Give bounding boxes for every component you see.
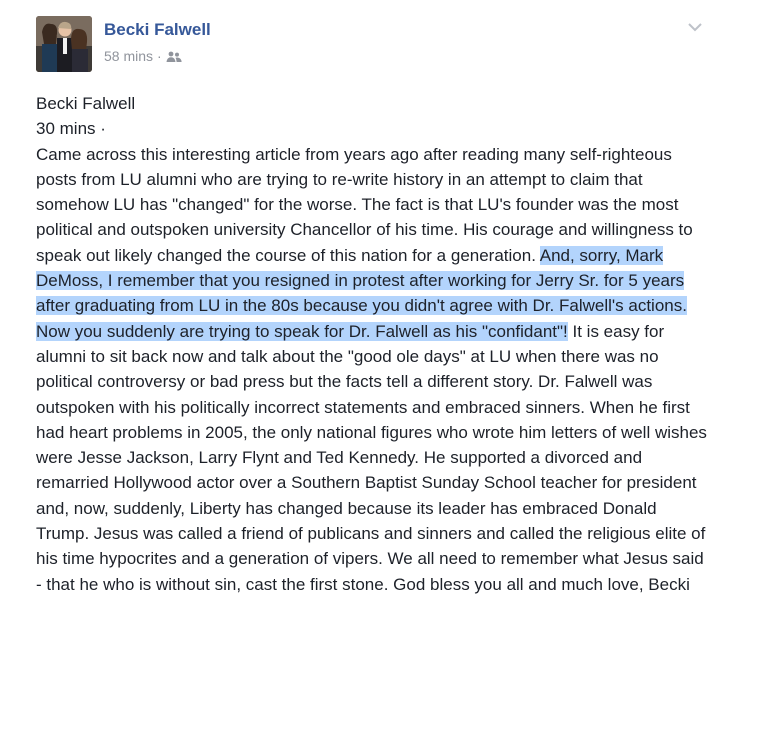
post-body: Becki Falwell 30 mins · Came across this… [36, 91, 708, 597]
quoted-time: 30 mins · [36, 119, 106, 139]
avatar[interactable] [36, 16, 92, 72]
quoted-author: Becki Falwell [36, 94, 136, 113]
message-text-after: It is easy for alumni to sit back now an… [36, 321, 707, 594]
timestamp[interactable]: 58 mins [104, 48, 153, 64]
author-name[interactable]: Becki Falwell [104, 20, 211, 40]
chevron-down-icon[interactable] [684, 18, 706, 36]
meta-separator: · [157, 48, 162, 64]
post-meta: 58 mins · [104, 48, 182, 64]
facebook-post: Becki Falwell 58 mins · Becki Falwell 30… [0, 0, 760, 737]
post-header: Becki Falwell 58 mins · [36, 16, 702, 72]
friends-icon[interactable] [166, 50, 182, 62]
post-message: Came across this interesting article fro… [36, 142, 708, 597]
